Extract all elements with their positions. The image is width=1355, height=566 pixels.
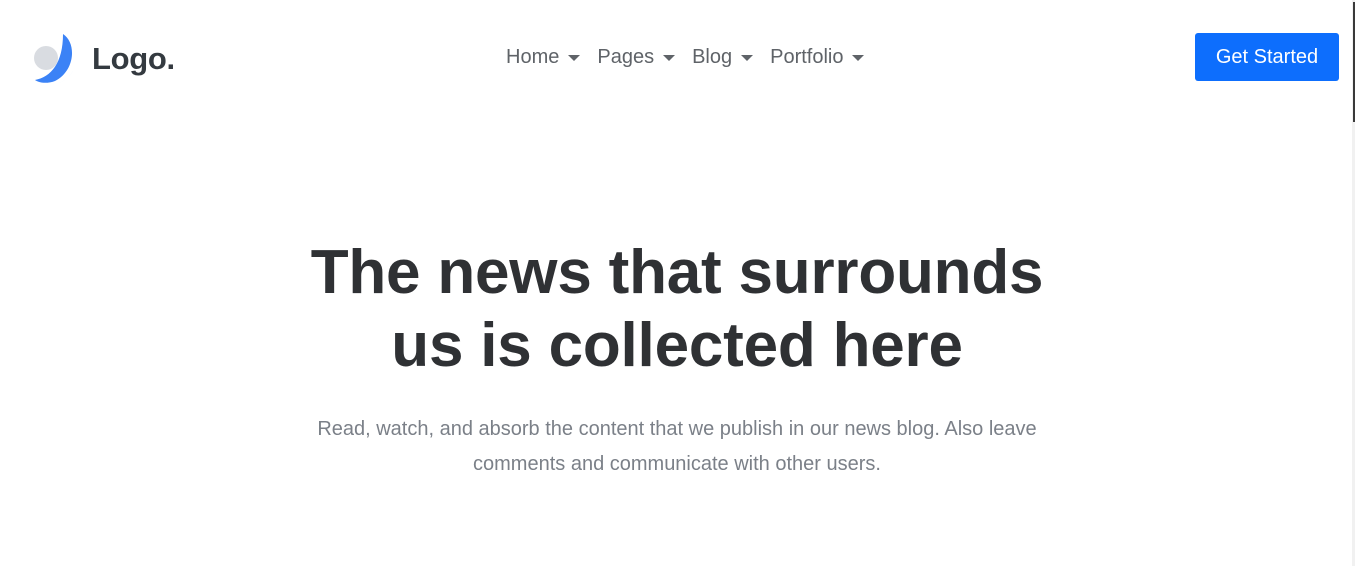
chevron-down-icon	[568, 54, 581, 61]
hero-title-line-2: us is collected here	[391, 311, 963, 380]
main-nav: Home Pages Blog Portfolio	[506, 43, 865, 71]
hero-title: The news that surrounds us is collected …	[227, 236, 1127, 382]
brand-logo-link[interactable]: Logo.	[33, 33, 175, 83]
nav-item-label: Portfolio	[770, 46, 844, 68]
nav-item-label: Pages	[597, 46, 655, 68]
page: Logo. Home Pages Blog Portfolio Get Star…	[0, 0, 1355, 566]
chevron-down-icon	[741, 54, 754, 61]
hero-subtitle: Read, watch, and absorb the content that…	[267, 412, 1087, 482]
crescent-logo-icon	[34, 33, 75, 83]
get-started-button[interactable]: Get Started	[1195, 33, 1339, 81]
nav-item-portfolio[interactable]: Portfolio	[770, 46, 865, 68]
chevron-down-icon	[852, 54, 865, 61]
nav-item-blog[interactable]: Blog	[692, 46, 754, 68]
nav-item-label: Blog	[692, 46, 733, 68]
hero-subtitle-line-2: comments and communicate with other user…	[473, 453, 881, 475]
chevron-down-icon	[663, 54, 676, 61]
nav-item-home[interactable]: Home	[506, 46, 581, 68]
nav-item-pages[interactable]: Pages	[597, 46, 676, 68]
nav-item-label: Home	[506, 46, 560, 68]
site-header: Logo. Home Pages Blog Portfolio Get Star…	[0, 0, 1355, 115]
hero-title-line-1: The news that surrounds	[310, 238, 1044, 307]
brand-name: Logo.	[92, 40, 175, 76]
hero-subtitle-line-1: Read, watch, and absorb the content that…	[317, 418, 1037, 440]
